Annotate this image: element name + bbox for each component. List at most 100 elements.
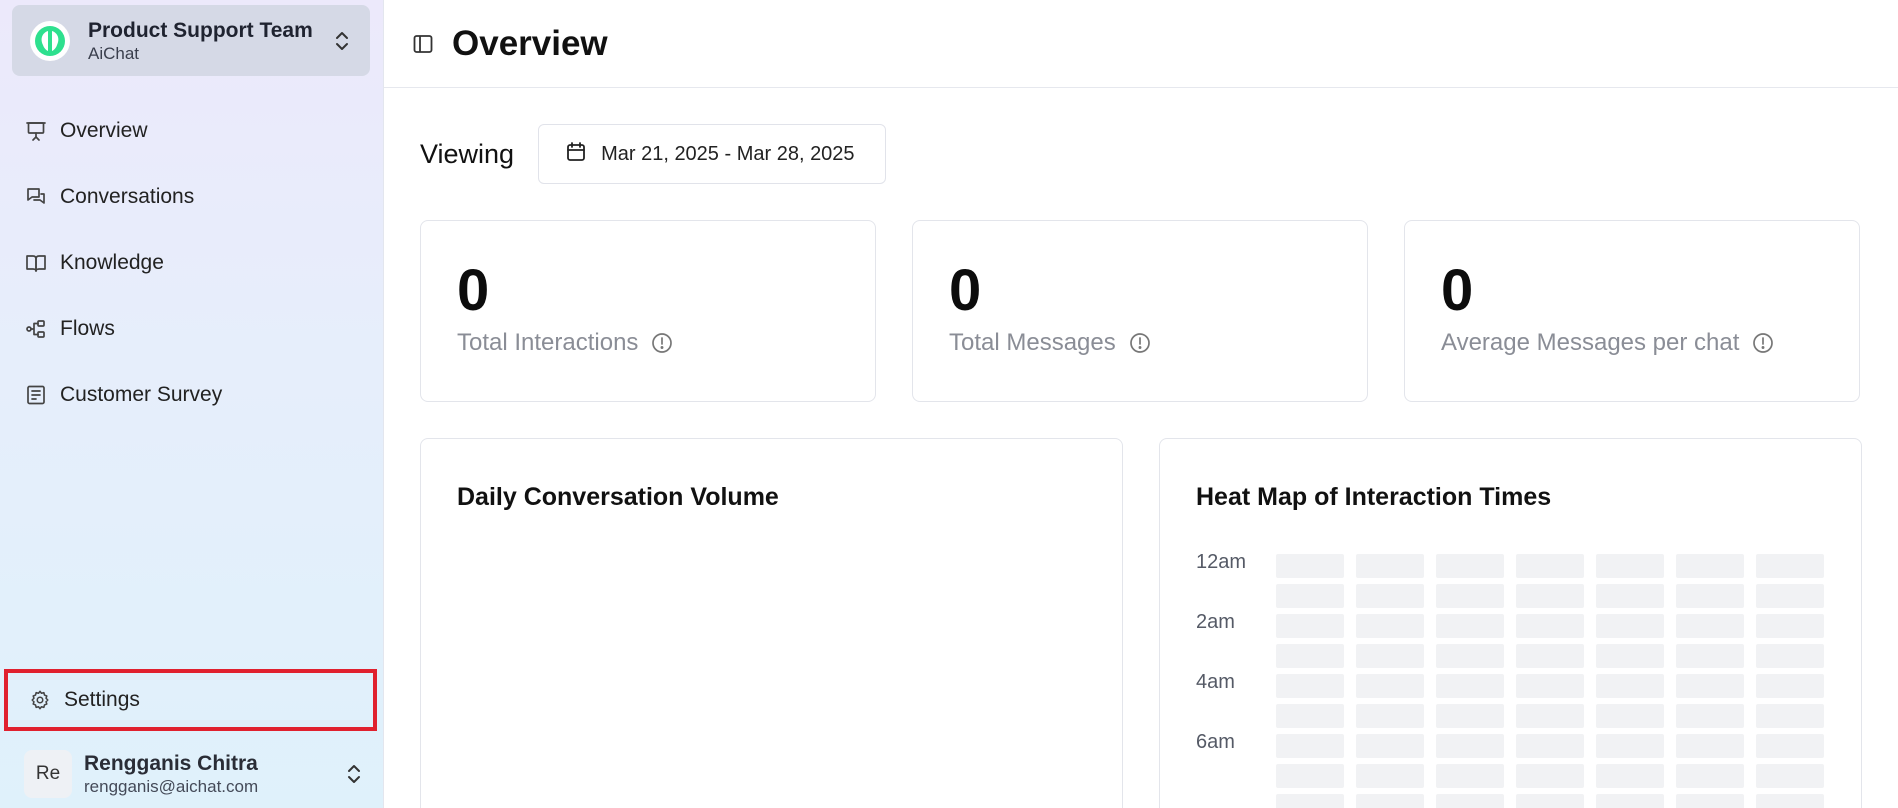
stat-card-total-interactions: 0 Total Interactions <box>420 220 876 402</box>
heatmap-cell <box>1276 554 1344 578</box>
heatmap-cell <box>1756 794 1824 808</box>
heatmap-cell <box>1356 734 1424 758</box>
heatmap-cell <box>1436 674 1504 698</box>
heatmap-cell <box>1596 644 1664 668</box>
heatmap-cell <box>1676 614 1744 638</box>
team-switcher[interactable]: Product Support Team AiChat <box>12 5 370 76</box>
info-icon[interactable] <box>650 331 674 355</box>
heatmap-cell <box>1356 584 1424 608</box>
viewing-label: Viewing <box>420 138 515 169</box>
heatmap-hour-label: 2am <box>1196 611 1235 633</box>
heatmap-cell <box>1276 764 1344 788</box>
gear-icon <box>28 688 52 712</box>
heatmap-cell <box>1516 704 1584 728</box>
sidebar-item-label: Conversations <box>60 185 195 208</box>
heatmap-cell <box>1676 734 1744 758</box>
sidebar-toggle-icon[interactable] <box>410 31 436 57</box>
heatmap-cell <box>1276 794 1344 808</box>
heatmap-cell <box>1356 704 1424 728</box>
flow-icon <box>24 317 48 341</box>
heatmap-cell <box>1356 644 1424 668</box>
heatmap-cell <box>1596 704 1664 728</box>
page-title: Overview <box>452 23 608 63</box>
heatmap-cell <box>1756 704 1824 728</box>
team-subtitle: AiChat <box>88 43 140 63</box>
heatmap-cell <box>1756 674 1824 698</box>
calendar-icon <box>565 141 587 168</box>
heatmap-cell <box>1596 554 1664 578</box>
stat-label: Total Interactions <box>457 329 639 356</box>
stat-value: 0 <box>457 258 490 323</box>
heatmap-cell <box>1276 674 1344 698</box>
heatmap-hour-label: 6am <box>1196 731 1235 753</box>
heatmap-cell <box>1676 704 1744 728</box>
sidebar-item-label: Customer Survey <box>60 383 223 406</box>
book-open-icon <box>24 251 48 275</box>
stat-value: 0 <box>1441 258 1474 323</box>
info-icon[interactable] <box>1128 331 1152 355</box>
heatmap-cell <box>1516 734 1584 758</box>
heatmap-cell <box>1516 554 1584 578</box>
chat-bubbles-icon <box>24 185 48 209</box>
sidebar-item-overview[interactable]: Overview <box>0 98 384 164</box>
avatar: Re <box>24 750 72 798</box>
heatmap-cell <box>1436 704 1504 728</box>
heatmap-cell <box>1756 734 1824 758</box>
stat-value: 0 <box>949 258 982 323</box>
heatmap-cell <box>1436 734 1504 758</box>
info-icon[interactable] <box>1751 331 1775 355</box>
heatmap-cell <box>1516 794 1584 808</box>
main-content: Overview Viewing Mar 21, 2025 - Mar 28, … <box>384 0 1898 808</box>
heatmap-cell <box>1436 764 1504 788</box>
heatmap-cell <box>1596 734 1664 758</box>
heatmap-cell <box>1756 614 1824 638</box>
sidebar-item-settings[interactable]: Settings <box>4 669 377 731</box>
heatmap-cell <box>1436 794 1504 808</box>
heatmap-cell <box>1516 584 1584 608</box>
heatmap-cell <box>1516 764 1584 788</box>
sidebar-item-label: Flows <box>60 317 115 340</box>
stat-label: Average Messages per chat <box>1441 329 1740 356</box>
heatmap-cell <box>1676 764 1744 788</box>
sidebar-item-knowledge[interactable]: Knowledge <box>0 230 384 296</box>
heatmap-cell <box>1516 614 1584 638</box>
heatmap-cell <box>1596 614 1664 638</box>
heatmap-cell <box>1596 764 1664 788</box>
stat-label-row: Average Messages per chat <box>1441 329 1859 357</box>
heatmap-cell <box>1596 584 1664 608</box>
heatmap-hour-label: 12am <box>1196 551 1247 573</box>
heatmap-cell <box>1356 674 1424 698</box>
aichat-logo-icon <box>30 20 70 61</box>
heatmap-cell <box>1276 704 1344 728</box>
sidebar-item-conversations[interactable]: Conversations <box>0 164 384 230</box>
heatmap-cell <box>1436 644 1504 668</box>
heatmap-cell <box>1436 584 1504 608</box>
sidebar: Product Support Team AiChat Overview Con… <box>0 0 384 808</box>
heatmap-hour-label: 4am <box>1196 671 1235 693</box>
heatmap-cell <box>1276 614 1344 638</box>
heatmap-cell <box>1676 644 1744 668</box>
heatmap-cell <box>1356 554 1424 578</box>
heatmap-cell <box>1596 794 1664 808</box>
sidebar-item-label: Overview <box>60 119 148 142</box>
sidebar-item-customer-survey[interactable]: Customer Survey <box>0 362 384 428</box>
user-menu[interactable]: Re Rengganis Chitra rengganis@aichat.com <box>24 746 364 802</box>
heatmap-cell <box>1756 584 1824 608</box>
heatmap-cell <box>1676 794 1744 808</box>
stat-card-total-messages: 0 Total Messages <box>912 220 1368 402</box>
heatmap-cell <box>1356 794 1424 808</box>
sidebar-item-flows[interactable]: Flows <box>0 296 384 362</box>
heatmap-cell <box>1276 644 1344 668</box>
sidebar-item-label: Knowledge <box>60 251 164 274</box>
user-name: Rengganis Chitra <box>84 751 258 775</box>
heatmap-cell <box>1436 554 1504 578</box>
date-range-picker[interactable]: Mar 21, 2025 - Mar 28, 2025 <box>538 124 887 184</box>
team-name: Product Support Team <box>88 18 313 42</box>
heatmap-cell <box>1276 584 1344 608</box>
chart-title: Daily Conversation Volume <box>457 483 779 511</box>
heatmap-cell <box>1436 614 1504 638</box>
heatmap-cell <box>1756 554 1824 578</box>
daily-conversation-volume-card: Daily Conversation Volume <box>420 438 1123 808</box>
survey-icon <box>24 383 48 407</box>
heatmap-cell <box>1516 644 1584 668</box>
